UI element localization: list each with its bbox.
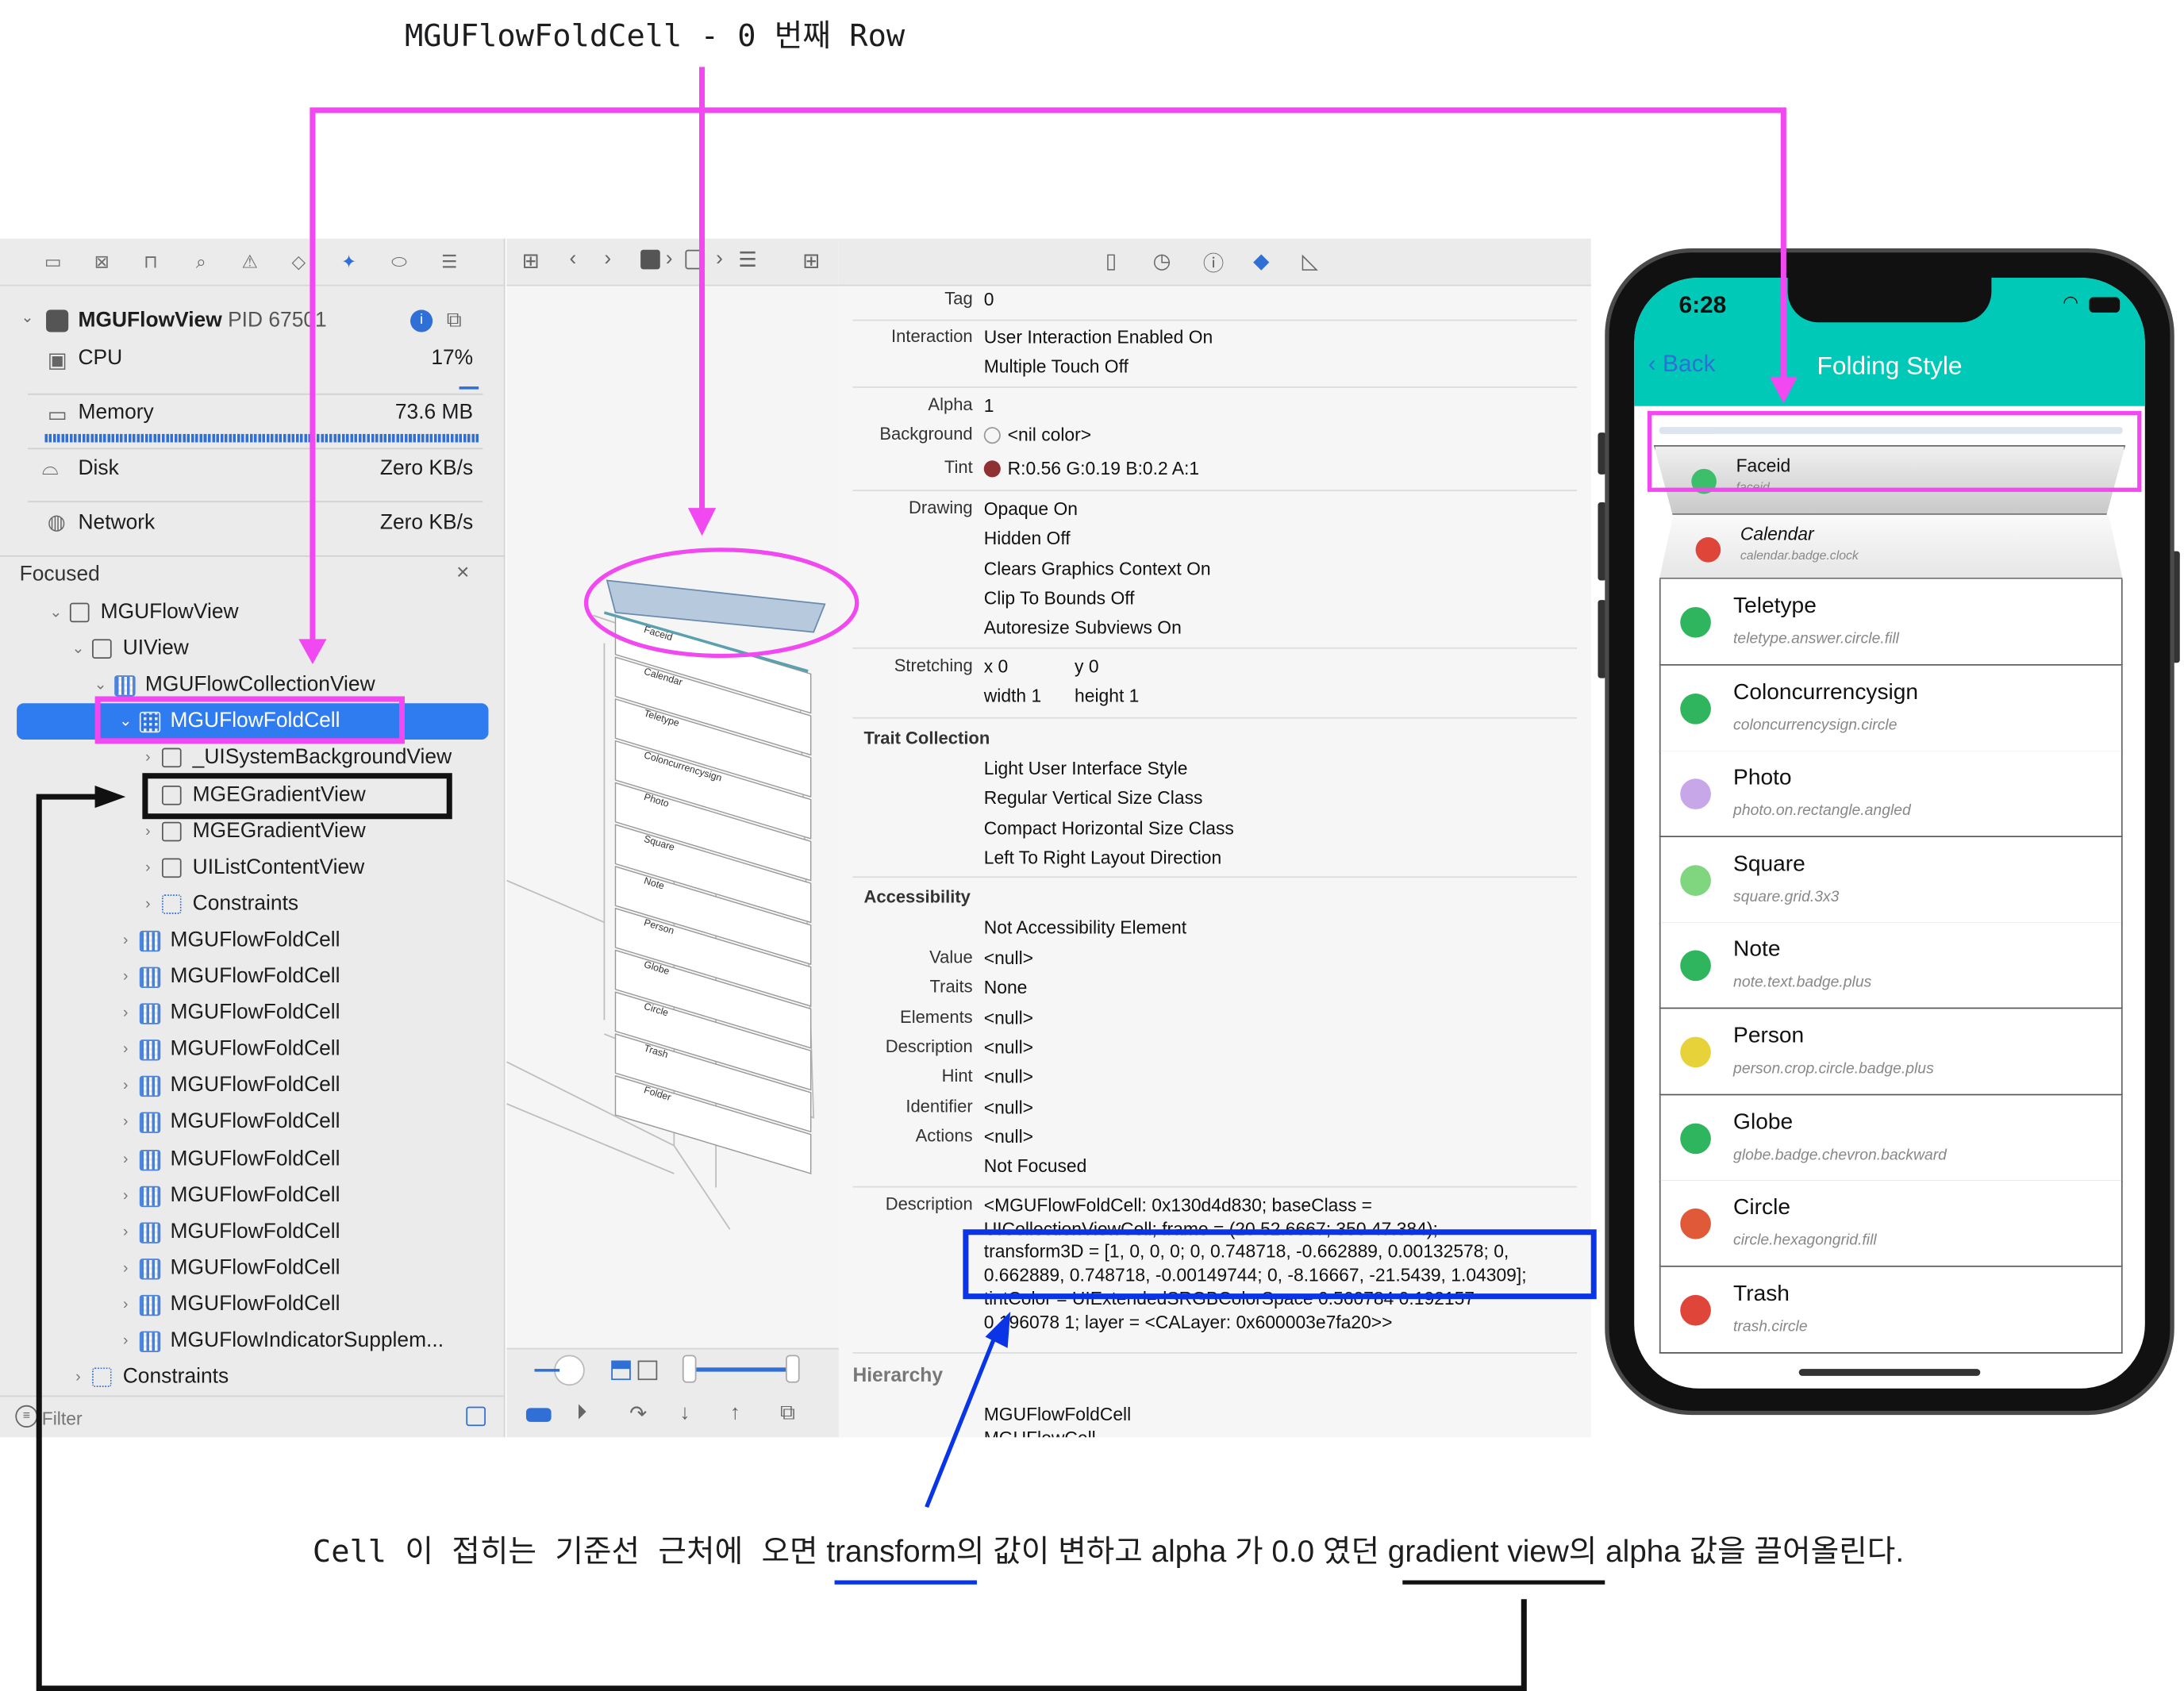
annotation-arrows [36,67,2142,1691]
